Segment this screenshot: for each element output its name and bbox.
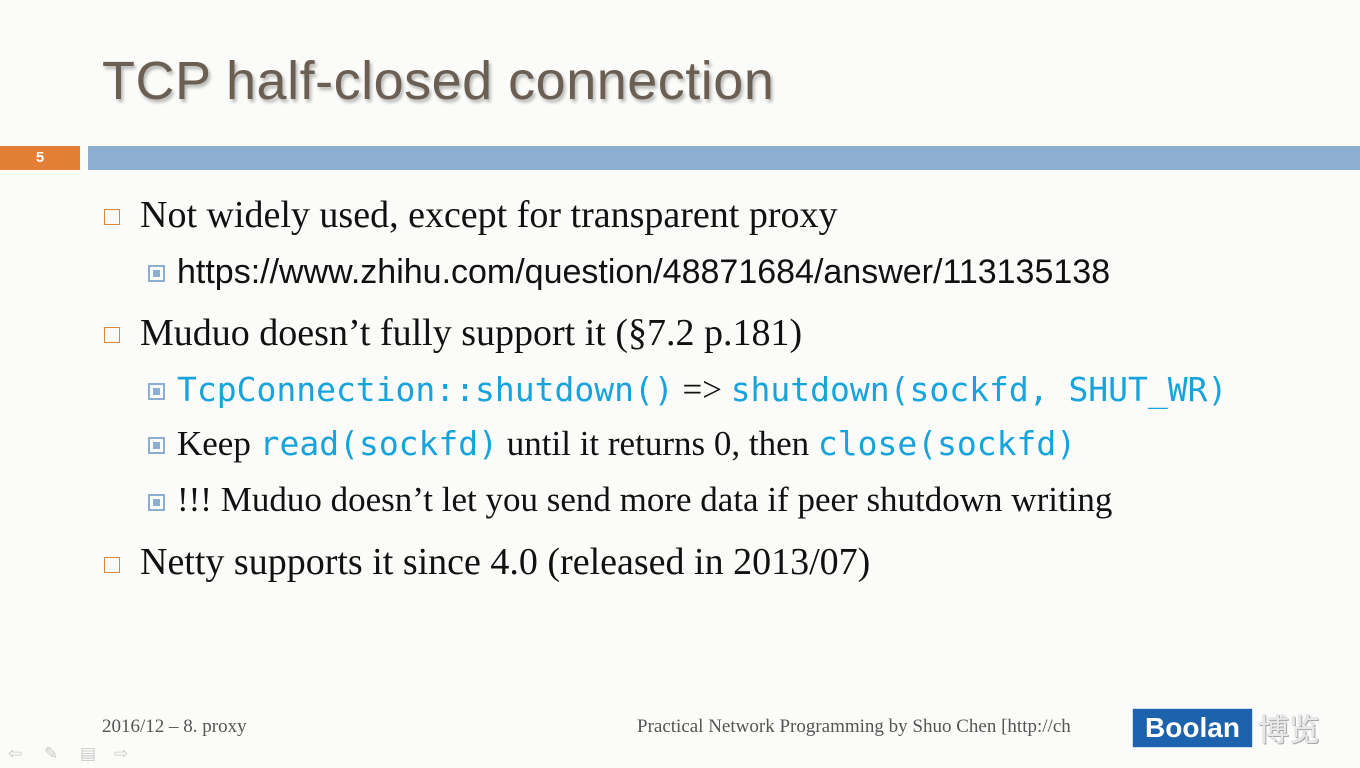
filled-square-icon <box>148 494 165 511</box>
footer-credit: Practical Network Programming by Shuo Ch… <box>637 716 1071 737</box>
code-snippet: close(sockfd) <box>817 424 1077 463</box>
menu-icon[interactable]: ▤ <box>80 744 96 764</box>
sub-bullet-line: TcpConnection::shutdown() => shutdown(so… <box>177 369 1227 411</box>
filled-square-icon <box>148 437 165 454</box>
prev-arrow-icon[interactable]: ⇦ <box>8 744 22 764</box>
bullet-text: Keep <box>177 424 260 463</box>
sub-bullet-line: Keep read(sockfd) until it returns 0, th… <box>177 423 1076 465</box>
header-bar <box>88 146 1360 170</box>
bullet-text: => <box>673 370 731 409</box>
zhihu-link[interactable]: https://www.zhihu.com/question/48871684/… <box>177 251 1110 293</box>
bullet-text: !!! Muduo doesn’t let you send more data… <box>177 480 1113 519</box>
slide-number: 5 <box>0 146 80 170</box>
bullet-text: Netty supports it since 4.0 (released in… <box>140 541 871 583</box>
pen-icon[interactable]: ✎ <box>44 744 58 764</box>
hollow-square-icon <box>104 557 120 573</box>
footer-date: 2016/12 – 8. proxy <box>102 716 247 737</box>
bullet-text: until it returns 0, then <box>498 424 818 463</box>
next-arrow-icon[interactable]: ⇨ <box>114 744 128 764</box>
filled-square-icon <box>148 383 165 400</box>
boolan-logo: Boolan <box>1132 708 1253 748</box>
hollow-square-icon <box>104 327 120 343</box>
code-snippet: read(sockfd) <box>259 424 499 463</box>
code-snippet: TcpConnection::shutdown() <box>177 370 674 409</box>
code-snippet: shutdown(sockfd, SHUT_WR) <box>730 370 1228 409</box>
boolan-logo-cn: 博览 <box>1258 713 1320 749</box>
filled-square-icon <box>148 265 165 282</box>
bullet-text: Not widely used, except for transparent … <box>140 194 838 236</box>
hollow-square-icon <box>104 209 120 225</box>
slide-title: TCP half-closed connection <box>102 51 775 111</box>
bullet-text: Muduo doesn’t fully support it (§7.2 p.1… <box>140 312 803 354</box>
